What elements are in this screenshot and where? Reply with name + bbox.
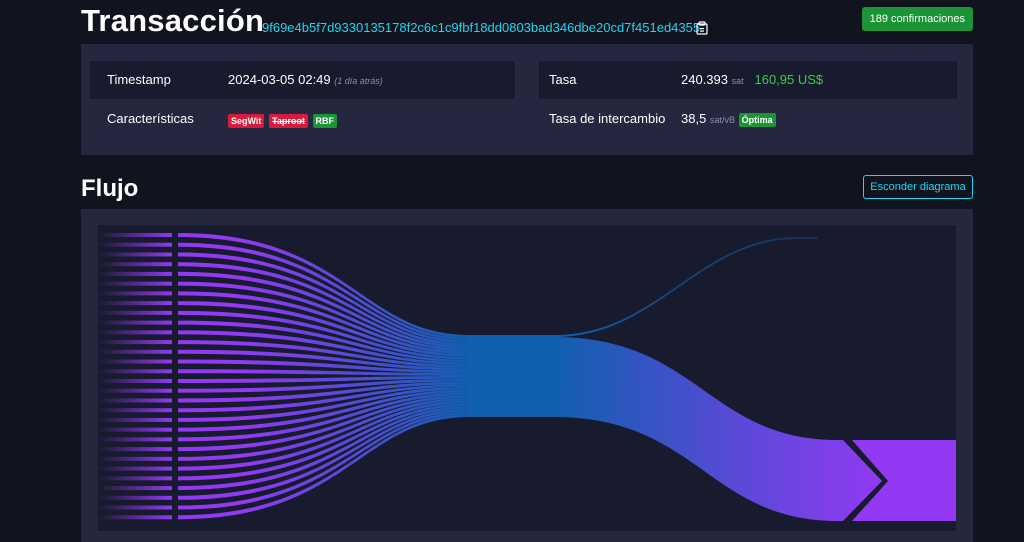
input-lead [98, 369, 172, 374]
input-lead [98, 291, 172, 296]
input-lead [98, 427, 172, 432]
input-lead [98, 398, 172, 403]
input-lead [98, 466, 172, 471]
change-output-flow[interactable] [554, 237, 818, 337]
input-lead [98, 359, 172, 364]
input-lead [98, 437, 172, 442]
input-lead [98, 456, 172, 461]
fee-rate-badge: Óptima [738, 112, 776, 127]
input-lead [98, 330, 172, 335]
flow-diagram [98, 225, 956, 531]
input-lead [98, 242, 172, 247]
input-lead [98, 301, 172, 306]
features-label: Características [107, 111, 194, 126]
fee-rate-row: Tasa de intercambio 38,5 sat/vB Óptima [539, 100, 957, 138]
fee-unit: sat [731, 76, 744, 86]
input-lead [98, 310, 172, 315]
input-lead [98, 447, 172, 452]
fee-rate-unit: sat/vB [709, 115, 735, 125]
input-lead [98, 349, 172, 354]
input-lead [98, 388, 172, 393]
input-lead [98, 417, 172, 422]
flow-diagram-svg [98, 233, 956, 521]
confirmations-badge: 189 confirmaciones [861, 7, 973, 31]
transaction-details: Timestamp 2024-03-05 02:49 (1 día atrás)… [81, 44, 973, 155]
input-lead [98, 262, 172, 267]
fee-value: 240.393 sat 160,95 US$ [681, 72, 823, 89]
input-lead [98, 252, 172, 257]
flow-diagram-panel [81, 209, 973, 542]
clipboard-icon[interactable] [696, 21, 708, 35]
input-lead [98, 379, 172, 383]
input-lead [98, 486, 172, 491]
timestamp-row: Timestamp 2024-03-05 02:49 (1 día atrás) [90, 61, 515, 99]
page-title: Transacción [81, 3, 265, 38]
features-tags: SegWit Taproot RBF [228, 112, 338, 128]
input-lead [98, 515, 172, 520]
input-lead [98, 340, 172, 345]
input-lead [98, 281, 172, 286]
flow-section-title: Flujo [81, 175, 139, 202]
fee-row: Tasa 240.393 sat 160,95 US$ [539, 61, 957, 99]
input-lead [98, 233, 172, 237]
input-lead [98, 271, 172, 276]
transaction-node [468, 335, 554, 417]
timestamp-label: Timestamp [107, 72, 171, 87]
input-lead [98, 408, 172, 413]
input-lead [98, 495, 172, 500]
main-output-flow[interactable] [554, 337, 882, 521]
fee-rate-value: 38,5 sat/vB Óptima [681, 111, 777, 128]
fee-rate-amount: 38,5 [681, 111, 707, 126]
taproot-tag[interactable]: Taproot [269, 113, 308, 128]
features-row: Características SegWit Taproot RBF [90, 100, 515, 138]
timestamp-value: 2024-03-05 02:49 (1 día atrás) [228, 72, 383, 89]
hide-diagram-button[interactable]: Esconder diagrama [863, 175, 973, 199]
fee-label: Tasa [549, 72, 577, 87]
timestamp-date: 2024-03-05 02:49 [228, 72, 331, 87]
segwit-tag[interactable]: SegWit [228, 113, 265, 128]
output-flows [554, 237, 956, 521]
rbf-tag[interactable]: RBF [312, 113, 337, 128]
input-lead [98, 476, 172, 481]
transaction-header: Transacción 9f69e4b5f7d9330135178f2c6c1c… [81, 0, 973, 44]
fee-amount: 240.393 [681, 72, 728, 87]
input-lead [98, 320, 172, 325]
input-flows [98, 233, 470, 520]
input-lead [98, 505, 172, 510]
fee-usd: 160,95 US$ [754, 72, 824, 87]
transaction-id-link[interactable]: 9f69e4b5f7d9330135178f2c6c1c9fbf18dd0803… [262, 20, 700, 36]
timestamp-relative: (1 día atrás) [334, 76, 383, 86]
fee-rate-label: Tasa de intercambio [549, 111, 666, 126]
